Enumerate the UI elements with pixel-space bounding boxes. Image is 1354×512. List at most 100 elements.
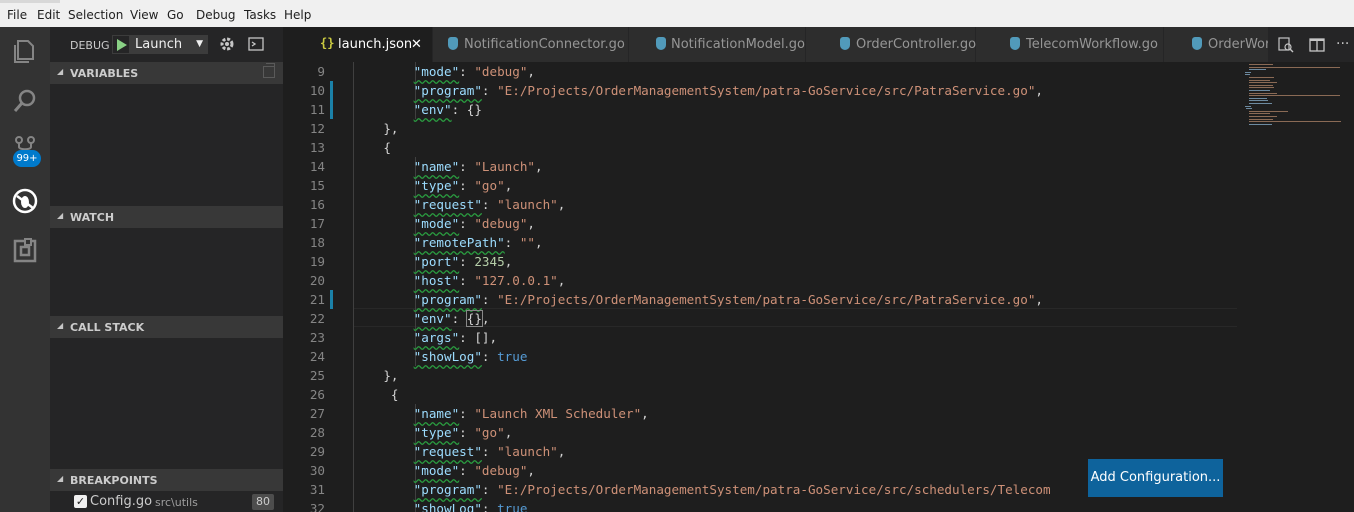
code-line: "request": "launch", [413, 197, 566, 212]
collapse-all-icon[interactable] [263, 63, 275, 78]
go-file-icon [1192, 37, 1202, 50]
json-value: "Launch XML Scheduler" [474, 406, 642, 421]
code-line: "showLog": true [353, 499, 528, 512]
line-number: 29 [309, 444, 325, 459]
line-number-gutter: 9 10 11 12 13 14 15 16 17 18 19 20 21 22 23 24 25 26 27 28 2… [283, 62, 333, 512]
json-punctuation: }, [383, 368, 399, 383]
chevron-down-icon: ▼ [196, 39, 203, 49]
line-number: 21 [309, 292, 325, 307]
breakpoints-section-header[interactable]: ◢ BREAKPOINTS [50, 469, 283, 491]
code-line: { [353, 138, 391, 157]
json-key: "name" [413, 406, 460, 421]
editor-tab-bar: {} launch.json ✕ NotificationConnector.g… [283, 27, 1354, 62]
call-stack-label: CALL STACK [70, 321, 145, 334]
minimap-line [1249, 116, 1277, 117]
extensions-icon[interactable] [11, 237, 39, 265]
menu-help[interactable]: Help [284, 8, 311, 22]
breakpoint-line-badge: 80 [252, 494, 274, 510]
launch-config-value: Launch [135, 37, 183, 52]
code-line: "env": {}, [413, 310, 490, 327]
open-changes-icon[interactable] [1278, 37, 1294, 53]
code-line: "name": "Launch XML Scheduler", [413, 406, 649, 421]
minimap-line [1249, 82, 1277, 84]
tab-notificationmodel[interactable]: NotificationModel.go [629, 27, 806, 62]
code-line: "program": "E:/Projects/OrderManagementS… [413, 482, 1051, 497]
json-key: "name" [413, 159, 460, 174]
watch-label: WATCH [70, 211, 115, 224]
json-value: true [497, 349, 528, 364]
line-number: 13 [309, 140, 325, 155]
line-number: 31 [309, 482, 325, 497]
tab-label: TelecomWorkflow.go [1026, 37, 1158, 52]
debug-toolbar: DEBUG Launch ▼ [50, 27, 283, 62]
json-key: "program" [413, 482, 482, 497]
minimap-line [1249, 97, 1267, 99]
menu-go[interactable]: Go [167, 8, 184, 22]
code-line: "program": "E:/Projects/OrderManagementS… [413, 83, 1044, 98]
menu-selection[interactable]: Selection [68, 8, 123, 22]
tab-launch-json[interactable]: {} launch.json ✕ [283, 27, 433, 62]
add-configuration-button[interactable]: Add Configuration... [1088, 459, 1223, 497]
tab-orderworkflow[interactable]: OrderWorl [1164, 27, 1284, 62]
json-key: "remotePath" [413, 235, 505, 250]
menu-view[interactable]: View [130, 8, 158, 22]
menu-bar: File Edit Selection View Go Debug Tasks … [0, 0, 1354, 27]
line-number: 17 [309, 216, 325, 231]
code-line: "host": "127.0.0.1", [413, 273, 566, 288]
line-number: 32 [309, 501, 325, 512]
more-actions-icon[interactable]: ··· [1336, 37, 1352, 53]
json-key: "request" [413, 197, 482, 212]
code-line: "args": [], [413, 330, 498, 345]
breakpoint-item[interactable]: ✓ Config.go src\utils 80 [50, 491, 283, 512]
code-line: "type": "go", [413, 178, 513, 193]
start-debugging-button[interactable] [112, 35, 130, 54]
code-line: "request": "launch", [413, 444, 566, 459]
minimap-line [1249, 84, 1273, 86]
code-line: "mode": "debug", [413, 64, 536, 79]
split-editor-icon[interactable] [1309, 37, 1325, 53]
json-icon: {} [320, 36, 335, 50]
minimap-line [1249, 77, 1274, 78]
call-stack-section-header[interactable]: ◢ CALL STACK [50, 316, 283, 338]
search-icon[interactable] [11, 87, 39, 115]
code-line: "name": "Launch", [413, 159, 543, 174]
json-key: "program" [413, 83, 482, 98]
tab-telecomworkflow[interactable]: TelecomWorkflow.go [976, 27, 1164, 62]
code-line: "remotePath": "", [413, 235, 543, 250]
tab-label: OrderWorl [1208, 37, 1274, 52]
debug-console-icon[interactable] [248, 36, 264, 52]
line-number: 24 [309, 349, 325, 364]
debug-sidebar: DEBUG Launch ▼ ◢ VARIABLES ◢ WATCH ◢ CAL… [50, 27, 283, 512]
code-editor[interactable]: 9 10 11 12 13 14 15 16 17 18 19 20 21 22 23 24 25 26 27 28 2… [283, 62, 1354, 512]
json-key: "type" [413, 178, 460, 193]
json-key: "program" [413, 292, 482, 307]
gear-icon[interactable] [218, 35, 236, 53]
tab-ordercontroller[interactable]: OrderController.go [806, 27, 976, 62]
launch-config-select[interactable]: Launch ▼ [130, 35, 208, 54]
modified-line-marker [330, 81, 333, 100]
json-value: "debug" [474, 64, 528, 79]
menu-tasks[interactable]: Tasks [244, 8, 276, 22]
menu-debug[interactable]: Debug [196, 8, 235, 22]
line-number: 9 [317, 64, 325, 79]
source-control-badge: 99+ [13, 150, 41, 167]
menu-file[interactable]: File [7, 8, 27, 22]
json-punctuation: }, [383, 121, 399, 136]
json-value: "debug" [474, 463, 528, 478]
variables-section-header[interactable]: ◢ VARIABLES [50, 62, 283, 84]
watch-section-header[interactable]: ◢ WATCH [50, 206, 283, 228]
line-number: 19 [309, 254, 325, 269]
line-number: 30 [309, 463, 325, 478]
close-icon[interactable]: ✕ [411, 37, 422, 52]
code-line: "mode": "debug", [413, 463, 536, 478]
minimap[interactable] [1241, 62, 1341, 142]
debug-icon[interactable] [11, 187, 39, 215]
json-key: "type" [413, 425, 460, 440]
minimap-line [1249, 121, 1341, 123]
explorer-icon[interactable] [11, 37, 39, 65]
tab-notificationconnector[interactable]: NotificationConnector.go [433, 27, 629, 62]
modified-line-marker [330, 100, 333, 119]
breakpoint-checkbox[interactable]: ✓ [74, 495, 87, 508]
line-number: 14 [309, 159, 325, 174]
menu-edit[interactable]: Edit [37, 8, 60, 22]
